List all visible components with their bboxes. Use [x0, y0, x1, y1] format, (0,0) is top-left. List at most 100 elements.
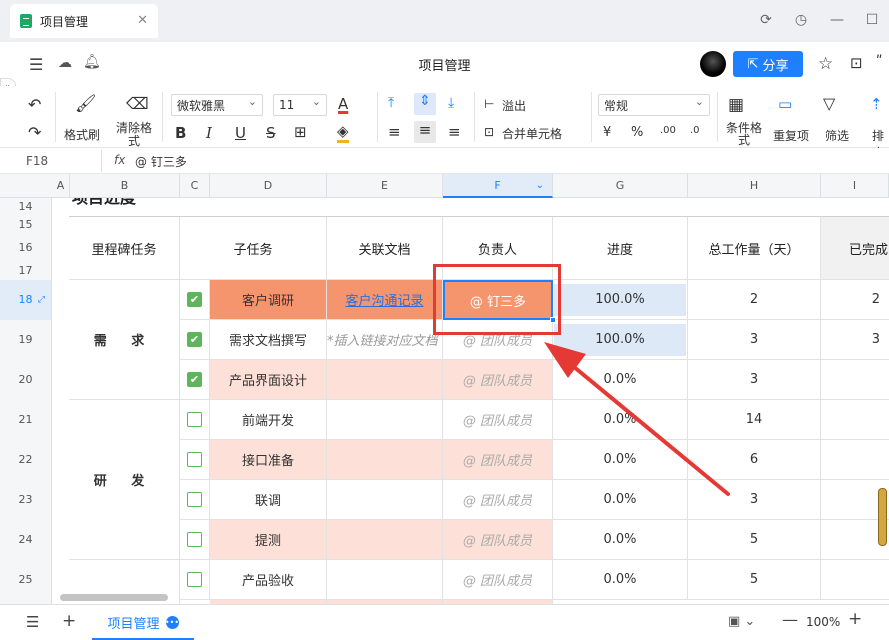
number-format-select[interactable]: 常规	[598, 94, 710, 116]
task-checkbox[interactable]: ✔	[187, 292, 202, 307]
task-checkbox-cell[interactable]	[180, 440, 210, 480]
task-checkbox[interactable]	[187, 572, 202, 587]
browser-tab[interactable]: 项目管理 ✕	[10, 4, 158, 38]
owner-cell[interactable]: @ 团队成员	[443, 560, 553, 600]
doc-cell[interactable]	[327, 440, 443, 480]
task-checkbox-cell[interactable]	[180, 520, 210, 560]
col-E[interactable]: E	[327, 174, 443, 198]
filter-label[interactable]: 筛选	[825, 127, 849, 144]
col-I[interactable]: I	[821, 174, 889, 198]
minimize-icon[interactable]: —	[827, 10, 847, 30]
merge-cells-button[interactable]: 合并单元格	[502, 125, 562, 142]
row-15[interactable]: 15	[0, 216, 52, 234]
row-20[interactable]: 20	[0, 360, 52, 400]
format-painter-label[interactable]: 格式刷	[64, 126, 100, 143]
expand-row-icon[interactable]: ⤢	[38, 280, 45, 320]
sheet-list-icon[interactable]: ☰	[26, 613, 39, 631]
col-H[interactable]: H	[688, 174, 821, 198]
task-checkbox[interactable]	[187, 412, 202, 427]
doc-placeholder[interactable]: *插入链接对应文档	[327, 320, 443, 360]
align-left-icon[interactable]: ≡	[388, 123, 401, 141]
increase-decimal-icon[interactable]: .0	[690, 125, 700, 136]
horizontal-scrollbar[interactable]	[60, 594, 168, 601]
bold-icon[interactable]: B	[175, 124, 186, 142]
row-21[interactable]: 21	[0, 400, 52, 440]
align-bottom-icon[interactable]: ⤓	[448, 95, 454, 111]
task-name[interactable]: 接口准备	[210, 440, 327, 480]
font-color-icon[interactable]: A	[338, 95, 348, 113]
task-checkbox-cell[interactable]	[180, 480, 210, 520]
progress-cell[interactable]: 0.0%	[553, 560, 688, 600]
zoom-level[interactable]: 100%	[806, 615, 840, 629]
row-22[interactable]: 22	[0, 440, 52, 480]
zoom-in-icon[interactable]: +	[848, 609, 862, 629]
cell-reference[interactable]: F18	[26, 154, 48, 168]
vertical-scrollbar[interactable]	[878, 488, 887, 546]
workload-cell[interactable]: 5	[688, 520, 821, 560]
align-middle-icon[interactable]: ⇕	[414, 93, 436, 115]
sheet-grid[interactable]: 项目进度 里程碑任务 子任务 关联文档 负责人 进度 总工作量（天） 已完成 需…	[52, 198, 889, 604]
share-button[interactable]: ⇱ 分享	[733, 51, 803, 77]
maximize-icon[interactable]: ☐	[862, 10, 882, 30]
row-16[interactable]: 16	[0, 234, 52, 262]
done-cell[interactable]	[821, 360, 889, 400]
row-17[interactable]: 17	[0, 262, 52, 280]
task-checkbox-cell[interactable]: ✔	[180, 320, 210, 360]
col-D[interactable]: D	[210, 174, 327, 198]
task-name[interactable]: 提测	[210, 520, 327, 560]
row-24[interactable]: 24	[0, 520, 52, 560]
task-name[interactable]: 前端开发	[210, 400, 327, 440]
more-icon[interactable]: ʺ	[876, 54, 882, 70]
milestone-requirements[interactable]: 需 求	[69, 280, 180, 400]
border-icon[interactable]: ⊞	[294, 123, 307, 141]
italic-icon[interactable]: I	[206, 124, 212, 142]
task-checkbox-cell[interactable]	[180, 400, 210, 440]
task-name[interactable]: 需求文档撰写	[210, 320, 327, 360]
done-cell[interactable]	[821, 440, 889, 480]
col-G[interactable]: G	[553, 174, 688, 198]
col-B[interactable]: B	[70, 174, 180, 198]
duplicate-icon[interactable]: ▭	[778, 95, 792, 113]
task-checkbox-cell[interactable]: ✔	[180, 280, 210, 320]
done-cell[interactable]	[821, 560, 889, 600]
task-name[interactable]: 产品界面设计	[210, 360, 327, 400]
fill-color-icon[interactable]: ◈	[337, 122, 349, 143]
filter-icon[interactable]: ▽	[823, 94, 835, 113]
align-top-icon[interactable]: ⤒	[388, 95, 394, 111]
doc-cell[interactable]	[327, 520, 443, 560]
col-C[interactable]: C	[180, 174, 210, 198]
column-dropdown-icon[interactable]: ⌄	[536, 174, 544, 198]
zoom-out-icon[interactable]: —	[782, 610, 798, 629]
task-name[interactable]: 客户调研	[210, 280, 327, 320]
doc-cell[interactable]	[327, 560, 443, 600]
decrease-decimal-icon[interactable]: .00	[660, 125, 676, 136]
strikethrough-icon[interactable]: S	[266, 124, 276, 142]
owner-cell[interactable]: @ 团队成员	[443, 520, 553, 560]
history-icon[interactable]: ◷	[791, 10, 811, 30]
progress-cell[interactable]: 100.0%	[553, 280, 688, 320]
row-18[interactable]: 18 ⤢	[0, 280, 52, 320]
workload-cell[interactable]: 2	[688, 280, 821, 320]
duplicate-label[interactable]: 重复项	[773, 127, 809, 144]
undo-icon[interactable]: ↶	[28, 95, 41, 114]
row-25[interactable]: 25	[0, 560, 52, 604]
align-center-icon[interactable]: ≡	[414, 121, 436, 143]
comment-icon[interactable]: •••	[165, 615, 179, 629]
task-checkbox-cell[interactable]	[180, 560, 210, 600]
row-23[interactable]: 23	[0, 480, 52, 520]
task-checkbox[interactable]: ✔	[187, 372, 202, 387]
done-cell[interactable]	[821, 400, 889, 440]
task-checkbox[interactable]	[187, 452, 202, 467]
task-checkbox[interactable]	[187, 492, 202, 507]
percent-icon[interactable]: %	[631, 125, 643, 140]
task-checkbox-cell[interactable]: ✔	[180, 360, 210, 400]
view-mode-icon[interactable]: ▣ ⌄	[728, 614, 755, 629]
milestone-development[interactable]: 研 发	[69, 400, 180, 560]
done-cell[interactable]: 2	[821, 280, 889, 320]
add-sheet-icon[interactable]: +	[62, 611, 76, 631]
overflow-dropdown[interactable]: 溢出	[502, 97, 526, 114]
underline-icon[interactable]: U	[235, 124, 246, 142]
sort-icon[interactable]: ⇡	[870, 95, 883, 113]
task-checkbox[interactable]	[187, 532, 202, 547]
font-family-select[interactable]: 微软雅黑	[171, 94, 263, 116]
